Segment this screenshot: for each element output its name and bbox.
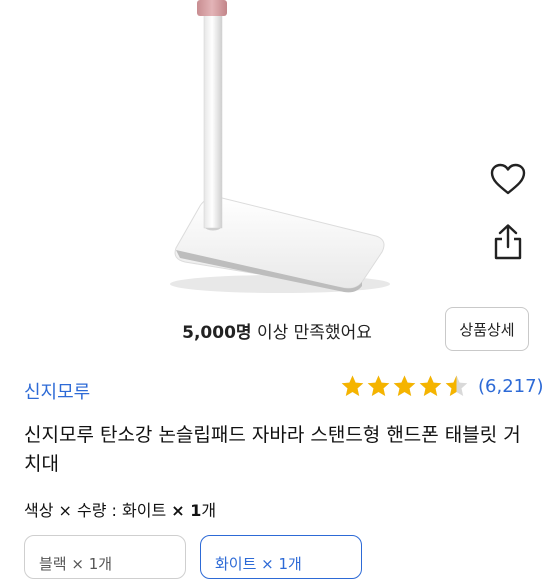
option-chip-black[interactable]: 블랙 × 1개 <box>24 535 186 579</box>
star-icon <box>393 375 416 396</box>
heart-outline-icon <box>490 163 526 195</box>
star-icon <box>341 375 364 396</box>
option-label: 색상 × 수량 : 화이트 <box>24 501 172 520</box>
option-summary: 색상 × 수량 : 화이트 × 1개 <box>24 497 216 521</box>
rating[interactable]: (6,217) <box>340 374 544 399</box>
satisfaction-count: 5,000명 <box>182 323 252 343</box>
rating-stars <box>340 374 470 399</box>
product-title: 신지모루 탄소강 논슬립패드 자바라 스탠드형 핸드폰 태블릿 거치대 <box>24 424 521 475</box>
star-icon <box>419 375 442 396</box>
wishlist-button[interactable] <box>488 160 528 200</box>
product-detail-button[interactable]: 상품상세 <box>445 307 529 351</box>
share-button[interactable] <box>488 222 528 262</box>
option-unit: 개 <box>201 501 217 520</box>
phone-stand-illustration <box>170 0 390 293</box>
share-icon <box>494 224 522 260</box>
product-image[interactable] <box>0 0 554 300</box>
option-qty: × 1 <box>171 501 202 520</box>
satisfaction-rest: 이상 만족했어요 <box>251 323 372 343</box>
star-icon <box>445 375 468 396</box>
option-chip-white[interactable]: 화이트 × 1개 <box>200 535 362 579</box>
option-chip-label: 블랙 × 1개 <box>39 554 113 573</box>
review-count[interactable]: (6,217) <box>478 376 544 397</box>
star-icon <box>367 375 390 396</box>
option-chip-label: 화이트 × 1개 <box>215 554 302 573</box>
brand-link[interactable]: 신지모루 <box>24 378 90 404</box>
